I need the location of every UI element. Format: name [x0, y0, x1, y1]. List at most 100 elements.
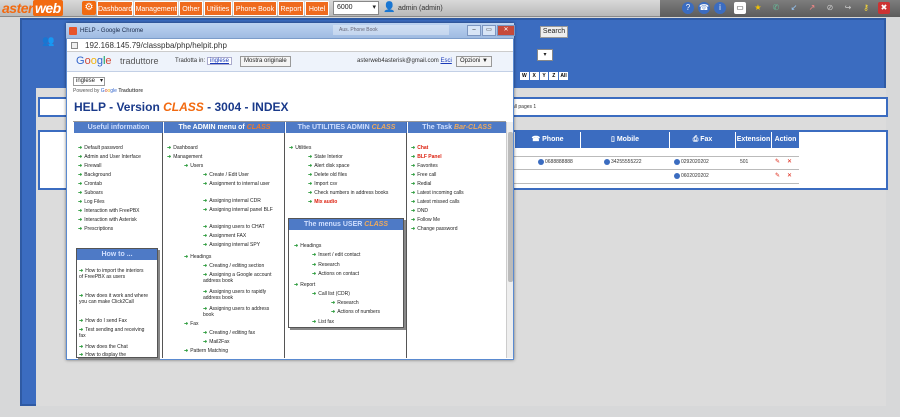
help-link[interactable]: ➜ Delete old files — [308, 172, 347, 179]
help-link[interactable]: ➜ Dashboard — [167, 145, 198, 152]
help-link[interactable]: ➜ Assigning a Google account address book — [203, 272, 275, 284]
extension-select[interactable]: 6000 ▾ — [333, 1, 379, 15]
gear-icon[interactable]: ⚙ — [82, 1, 96, 15]
show-original-button[interactable]: Mostra originale — [240, 56, 291, 67]
help-link[interactable]: ➜ Test sending and receiving fax — [79, 327, 149, 339]
help-link[interactable]: ➜ Log Files — [78, 199, 105, 206]
help-link[interactable]: ➜ Research — [331, 300, 359, 307]
help-link[interactable]: ➜ Chat — [411, 145, 428, 152]
help-link[interactable]: ➜ Interaction with Asterisk — [78, 217, 137, 224]
info-icon[interactable]: i — [714, 2, 726, 14]
help-link[interactable]: ➜ Suboars — [78, 190, 103, 197]
translate-language-select[interactable]: inglese — [207, 57, 233, 65]
help-link[interactable]: ➜ BLF Panel — [411, 154, 442, 161]
help-link[interactable]: ➜ Insert / edit contact — [312, 252, 360, 259]
help-link[interactable]: ➜ Create / Edit User — [203, 172, 249, 179]
help-link[interactable]: ➜ How to display the — [79, 352, 126, 358]
help-link[interactable]: ➜ How does the Chat — [79, 344, 128, 351]
help-link[interactable]: ➜ List fax — [312, 319, 334, 326]
nav-dashboard[interactable]: Dashboard — [97, 1, 133, 16]
close-icon[interactable]: ✕ — [497, 25, 515, 36]
help-link[interactable]: ➜ State Interior — [308, 154, 343, 161]
help-link[interactable]: ➜ Assigning internal panel BLF — [203, 207, 275, 213]
add-user-icon[interactable]: 👥 — [42, 36, 56, 48]
language-select[interactable]: inglese ▾ — [73, 77, 105, 86]
search-button[interactable]: Search — [540, 26, 568, 38]
table-row-phone[interactable]: 0688888888 — [538, 158, 573, 166]
filter-select[interactable]: ▾ — [537, 49, 553, 61]
letter-all[interactable]: All — [559, 72, 568, 80]
help-link[interactable]: ➜ Change password — [411, 226, 458, 233]
dnd-icon[interactable]: ⊘ — [824, 2, 836, 14]
options-button[interactable]: Opzioni ▼ — [456, 56, 492, 67]
letter-x[interactable]: X — [529, 72, 539, 80]
help-link[interactable]: ➜ Assigning users to address book — [203, 306, 275, 318]
help-link[interactable]: ➜ Admin and User Interface — [78, 154, 141, 161]
help-link[interactable]: ➜ Call list (CDR) — [312, 291, 350, 298]
help-link[interactable]: ➜ Headings — [294, 243, 321, 250]
help-link[interactable]: ➜ Import csv — [308, 181, 337, 188]
logout-icon[interactable]: ✖ — [878, 2, 890, 14]
help-link[interactable]: ➜ Mail2Fax — [203, 339, 230, 346]
help-icon[interactable]: ? — [682, 2, 694, 14]
help-link[interactable]: ➜ Follow Me — [411, 217, 440, 224]
help-link[interactable]: ➜ Utilities — [289, 145, 311, 152]
nav-other[interactable]: Other — [179, 1, 203, 16]
follow-me-icon[interactable]: ↪ — [842, 2, 854, 14]
help-link[interactable]: ➜ Latest missed calls — [411, 199, 459, 206]
table-row-fax[interactable]: 0602020202 — [674, 172, 709, 180]
call-in-icon[interactable]: ↙ — [788, 2, 800, 14]
help-link[interactable]: ➜ How do I send Fax — [79, 318, 127, 325]
help-link[interactable]: ➜ Assignment to internal user — [203, 181, 273, 187]
nav-management[interactable]: Management — [134, 1, 178, 16]
help-link[interactable]: ➜ Management — [167, 154, 202, 161]
help-link[interactable]: ➜ Prescriptions — [78, 226, 113, 233]
logout-link[interactable]: Esci — [440, 58, 451, 64]
help-link[interactable]: ➜ DND — [411, 208, 428, 215]
help-link[interactable]: ➜ How to import the interiors of FreePBX … — [79, 268, 149, 280]
help-link[interactable]: ➜ Mix audio — [308, 199, 337, 206]
help-link[interactable]: ➜ Creating / editing section — [203, 263, 264, 270]
help-link[interactable]: ➜ Favorites — [411, 163, 438, 170]
help-link[interactable]: ➜ Default password — [78, 145, 123, 152]
help-link[interactable]: ➜ Assigning internal CDR — [203, 198, 261, 205]
maximize-icon[interactable]: ▭ — [482, 25, 496, 36]
popup-scrollbar[interactable] — [506, 122, 513, 358]
help-link[interactable]: ➜ Actions on contact — [312, 271, 359, 278]
help-link[interactable]: ➜ Pattern Matching — [184, 348, 228, 355]
help-link[interactable]: ➜ Redial — [411, 181, 431, 188]
help-link[interactable]: ➜ Check numbers in address books — [308, 190, 388, 197]
help-link[interactable]: ➜ Report — [294, 282, 315, 289]
edit-icon[interactable]: ✎ — [775, 158, 780, 166]
help-link[interactable]: ➜ Latest incoming calls — [411, 190, 464, 197]
missed-call-icon[interactable]: ↗ — [806, 2, 818, 14]
nav-phone-book[interactable]: Phone Book — [233, 1, 277, 16]
nav-hotel[interactable]: Hotel — [305, 1, 329, 16]
nav-report[interactable]: Report — [278, 1, 304, 16]
scrollbar-thumb[interactable] — [508, 132, 513, 282]
nav-utilities[interactable]: Utilities — [204, 1, 232, 16]
table-row-fax[interactable]: 0292020202 — [674, 158, 709, 166]
delete-icon[interactable]: ✕ — [787, 158, 792, 166]
key-icon[interactable]: ⚷ — [860, 2, 872, 14]
help-link[interactable]: ➜ Assigning users to rapidly address book — [203, 289, 275, 301]
address-bar[interactable]: 192.168.145.79/classpba/php/helpit.php — [67, 39, 513, 52]
minimize-icon[interactable]: – — [467, 25, 481, 36]
star-icon[interactable]: ★ — [752, 2, 764, 14]
help-link[interactable]: ➜ Background — [78, 172, 111, 179]
phone-book-icon[interactable]: ☎ — [698, 2, 710, 14]
monitor-icon[interactable]: ▭ — [734, 2, 746, 14]
phone-icon[interactable]: ✆ — [770, 2, 782, 14]
letter-y[interactable]: Y — [539, 72, 549, 80]
help-link[interactable]: ➜ Alert disk space — [308, 163, 350, 170]
help-link[interactable]: ➜ Assignment FAX — [203, 233, 246, 240]
letter-z[interactable]: Z — [549, 72, 559, 80]
help-link[interactable]: ➜ Fax — [184, 321, 199, 328]
help-link[interactable]: ➜ Research — [312, 262, 340, 269]
table-row-mobile[interactable]: 34255555222 — [604, 158, 642, 166]
help-link[interactable]: ➜ Interaction with FreePBX — [78, 208, 140, 215]
help-link[interactable]: ➜ Firewall — [78, 163, 101, 170]
help-link[interactable]: ➜ Assigning internal SPY — [203, 242, 260, 249]
help-link[interactable]: ➜ Actions of numbers — [331, 309, 380, 316]
help-link[interactable]: ➜ Headings — [184, 254, 211, 261]
